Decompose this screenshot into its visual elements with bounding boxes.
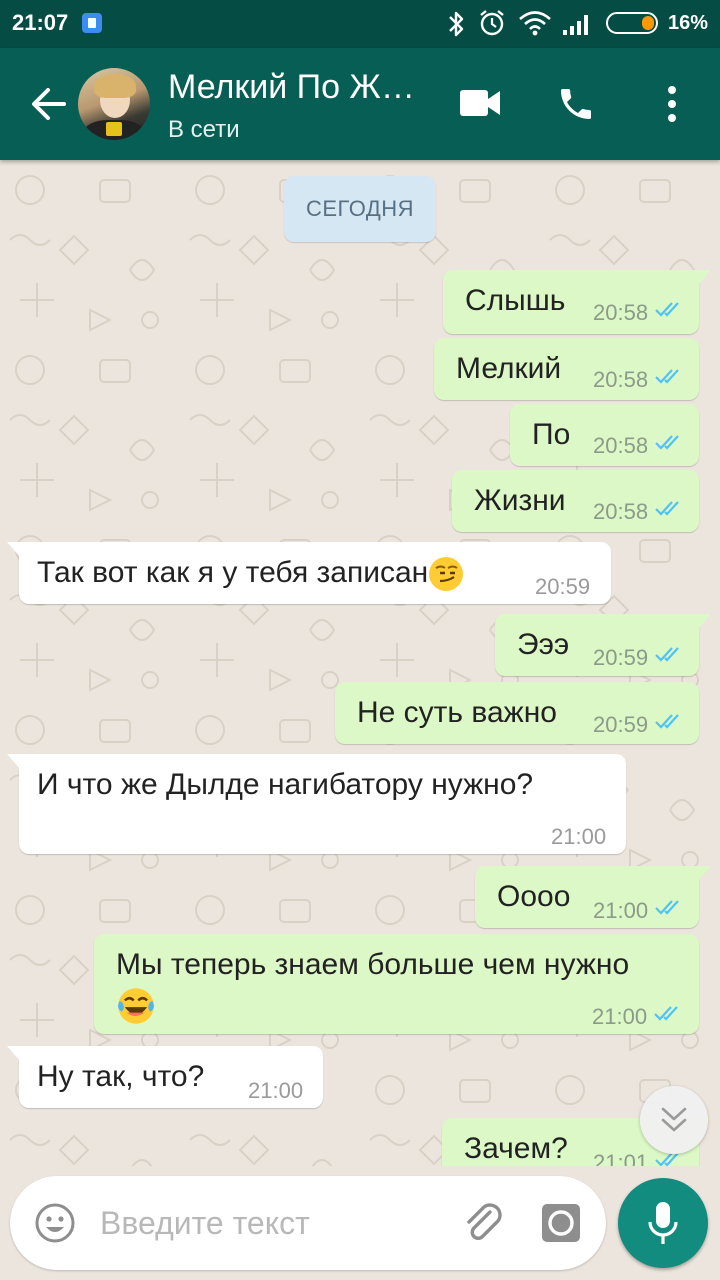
message-text: Мы теперь знаем больше чем нужно [116, 948, 630, 981]
camera-icon[interactable] [540, 1202, 582, 1244]
message-outgoing[interactable]: Мы теперь знаем больше чем нужно 21:00 [94, 934, 699, 1034]
alarm-icon [480, 10, 504, 36]
contact-name[interactable]: Мелкий По Ж… [168, 68, 438, 107]
message-input-container [10, 1176, 606, 1270]
message-text: И что же Дылде нагибатору нужно? [37, 768, 534, 801]
read-ticks-icon [655, 435, 679, 450]
message-time: 21:00 [592, 1004, 648, 1029]
read-ticks-icon [655, 900, 679, 915]
composer-bar [0, 1166, 720, 1280]
contact-status: В сети [168, 116, 240, 143]
status-time: 21:07 [12, 10, 69, 35]
message-text: Оооо [497, 880, 571, 913]
message-outgoing[interactable]: Эээ 20:59 [495, 614, 711, 676]
message-text: Мелкий [456, 352, 562, 385]
message-text: Зачем? [464, 1132, 568, 1165]
message-outgoing[interactable]: Оооо 21:00 [475, 866, 711, 928]
video-call-icon[interactable] [460, 88, 502, 118]
message-time: 20:59 [593, 712, 649, 737]
tears-of-joy-emoji [118, 988, 154, 1024]
battery-icon [606, 12, 658, 34]
read-ticks-icon [654, 1006, 678, 1021]
message-text: Эээ [517, 628, 570, 661]
bluetooth-icon [449, 11, 464, 37]
message-outgoing[interactable]: Жизни 20:58 [452, 470, 699, 532]
message-time: 20:59 [535, 574, 591, 599]
notification-app-icon [82, 13, 102, 33]
message-text: По [532, 418, 571, 451]
message-text: Так вот как я у тебя записан [37, 556, 464, 592]
message-text: Ну так, что? [37, 1060, 205, 1093]
message-time: 21:00 [551, 824, 607, 849]
mic-icon [648, 1202, 678, 1244]
message-time: 21:00 [248, 1078, 304, 1103]
message-incoming[interactable]: Ну так, что? 21:00 [7, 1046, 323, 1108]
message-input[interactable] [100, 1200, 430, 1246]
read-ticks-icon [655, 501, 679, 516]
more-vert-icon[interactable] [660, 84, 684, 124]
message-incoming[interactable]: Так вот как я у тебя записан 20:59 [7, 542, 611, 604]
signal-icon [563, 15, 588, 35]
message-time: 20:58 [593, 300, 649, 325]
message-time: 21:01 [593, 1150, 649, 1166]
mic-button[interactable] [618, 1178, 708, 1268]
message-outgoing[interactable]: Мелкий 20:58 [434, 338, 699, 400]
read-ticks-icon [655, 369, 679, 384]
double-chevron-down-icon [661, 1107, 687, 1132]
message-text: Жизни [474, 484, 566, 517]
message-time: 20:58 [593, 433, 649, 458]
message-time: 20:59 [593, 645, 649, 670]
chat-header: Мелкий По Ж… В сети [0, 48, 720, 160]
message-outgoing[interactable]: Слышь 20:58 [443, 270, 711, 334]
wifi-icon [519, 11, 551, 36]
attach-icon[interactable] [460, 1200, 506, 1246]
message-text: Не суть важно [357, 696, 557, 729]
message-time: 20:58 [593, 499, 649, 524]
emoji-icon[interactable] [34, 1202, 76, 1244]
avatar[interactable] [78, 68, 150, 140]
message-incoming[interactable]: И что же Дылде нагибатору нужно? 21:00 [7, 754, 626, 854]
message-text: Слышь [465, 284, 566, 317]
date-divider: СЕГОДНЯ [284, 176, 436, 242]
message-time: 21:00 [593, 898, 649, 923]
chat-area[interactable]: СЕГОДНЯ Слышь 20:58 Мелкий 20:58 По 20:5… [0, 160, 720, 1166]
message-outgoing[interactable]: По 20:58 [510, 404, 699, 466]
read-ticks-icon [655, 302, 679, 317]
read-ticks-icon [655, 714, 679, 729]
battery-percent: 16% [668, 12, 709, 34]
smirking-face-emoji [429, 557, 464, 592]
scroll-to-bottom-button[interactable] [640, 1086, 708, 1154]
status-bar: 21:07 16% [0, 0, 720, 48]
phone-call-icon[interactable] [556, 84, 596, 124]
back-arrow-icon[interactable] [28, 84, 68, 124]
read-ticks-icon [655, 647, 679, 662]
message-outgoing[interactable]: Не суть важно 20:59 [335, 682, 699, 744]
message-time: 20:58 [593, 367, 649, 392]
